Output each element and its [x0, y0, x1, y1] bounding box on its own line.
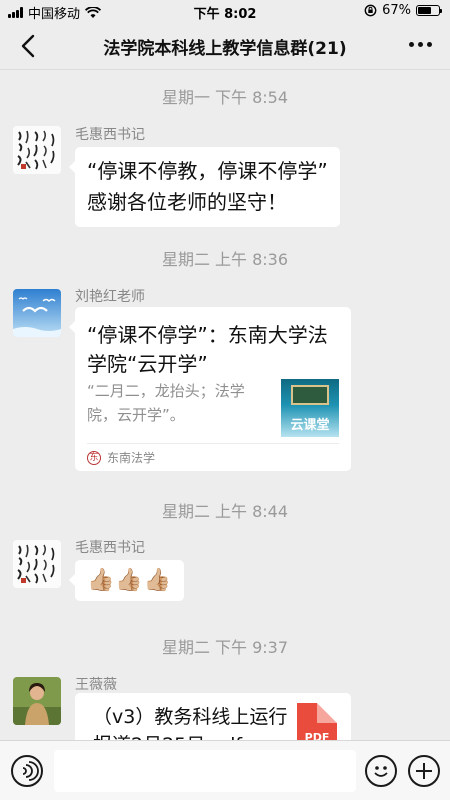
article-source: 东 东南法学 [87, 449, 155, 466]
sender-name: 毛惠西书记 [75, 127, 145, 143]
plus-icon[interactable] [408, 755, 440, 787]
sender-name: 毛惠西书记 [75, 540, 145, 556]
message-input[interactable] [54, 750, 356, 792]
voice-icon[interactable] [11, 755, 43, 787]
article-title: “停课不停学”：东南大学法学院“云开学” [87, 323, 328, 376]
timestamp: 星期二 下午 9:37 [161, 638, 289, 657]
source-logo-icon: 东 [87, 450, 101, 465]
article-thumbnail: 云课堂 [281, 379, 339, 437]
thumbs-up-emoji: 👍🏼👍🏼👍🏼 [87, 568, 173, 593]
message-line: 感谢各位老师的坚守！ [87, 190, 287, 214]
avatar-calligraphy[interactable] [13, 540, 61, 588]
status-right: 67% [364, 3, 442, 18]
battery-icon [416, 5, 442, 16]
chat-header: 法学院本科线上教学信息群(21) [0, 22, 450, 70]
sender-name: 刘艳红老师 [75, 289, 145, 305]
back-arrow-icon[interactable] [16, 32, 42, 60]
article-card[interactable]: “停课不停学”：东南大学法学院“云开学” “二月二，龙抬头；法学院，云开学”。 … [69, 307, 351, 471]
avatar-calligraphy[interactable] [13, 126, 61, 174]
text-message-bubble[interactable]: “停课不停教，停课不停学” 感谢各位老师的坚守！ [69, 147, 340, 227]
timestamp: 星期二 上午 8:44 [161, 502, 289, 521]
message-line: “停课不停教，停课不停学” [87, 159, 328, 183]
timestamp: 星期一 下午 8:54 [161, 88, 289, 107]
emoji-icon[interactable] [365, 755, 397, 787]
avatar-photo[interactable] [13, 677, 61, 725]
article-description: “二月二，龙抬头；法学院，云开学”。 [87, 382, 245, 424]
card-divider [87, 443, 339, 444]
emoji-message-bubble[interactable]: 👍🏼👍🏼👍🏼 [68, 560, 185, 601]
thumbnail-text: 云课堂 [290, 418, 330, 433]
battery-percent: 67% [382, 3, 411, 18]
status-bar: 中国移动 下午 8:02 67% [0, 0, 450, 22]
more-options-icon[interactable] [409, 42, 432, 47]
source-name: 东南法学 [107, 451, 156, 465]
chat-title: 法学院本科线上教学信息群(21) [103, 39, 347, 59]
lock-rotation-icon [364, 4, 377, 17]
avatar-seagull[interactable] [13, 289, 61, 337]
chat-input-bar [0, 740, 450, 800]
timestamp: 星期二 上午 8:36 [161, 250, 289, 269]
sender-name: 王薇薇 [75, 677, 117, 693]
